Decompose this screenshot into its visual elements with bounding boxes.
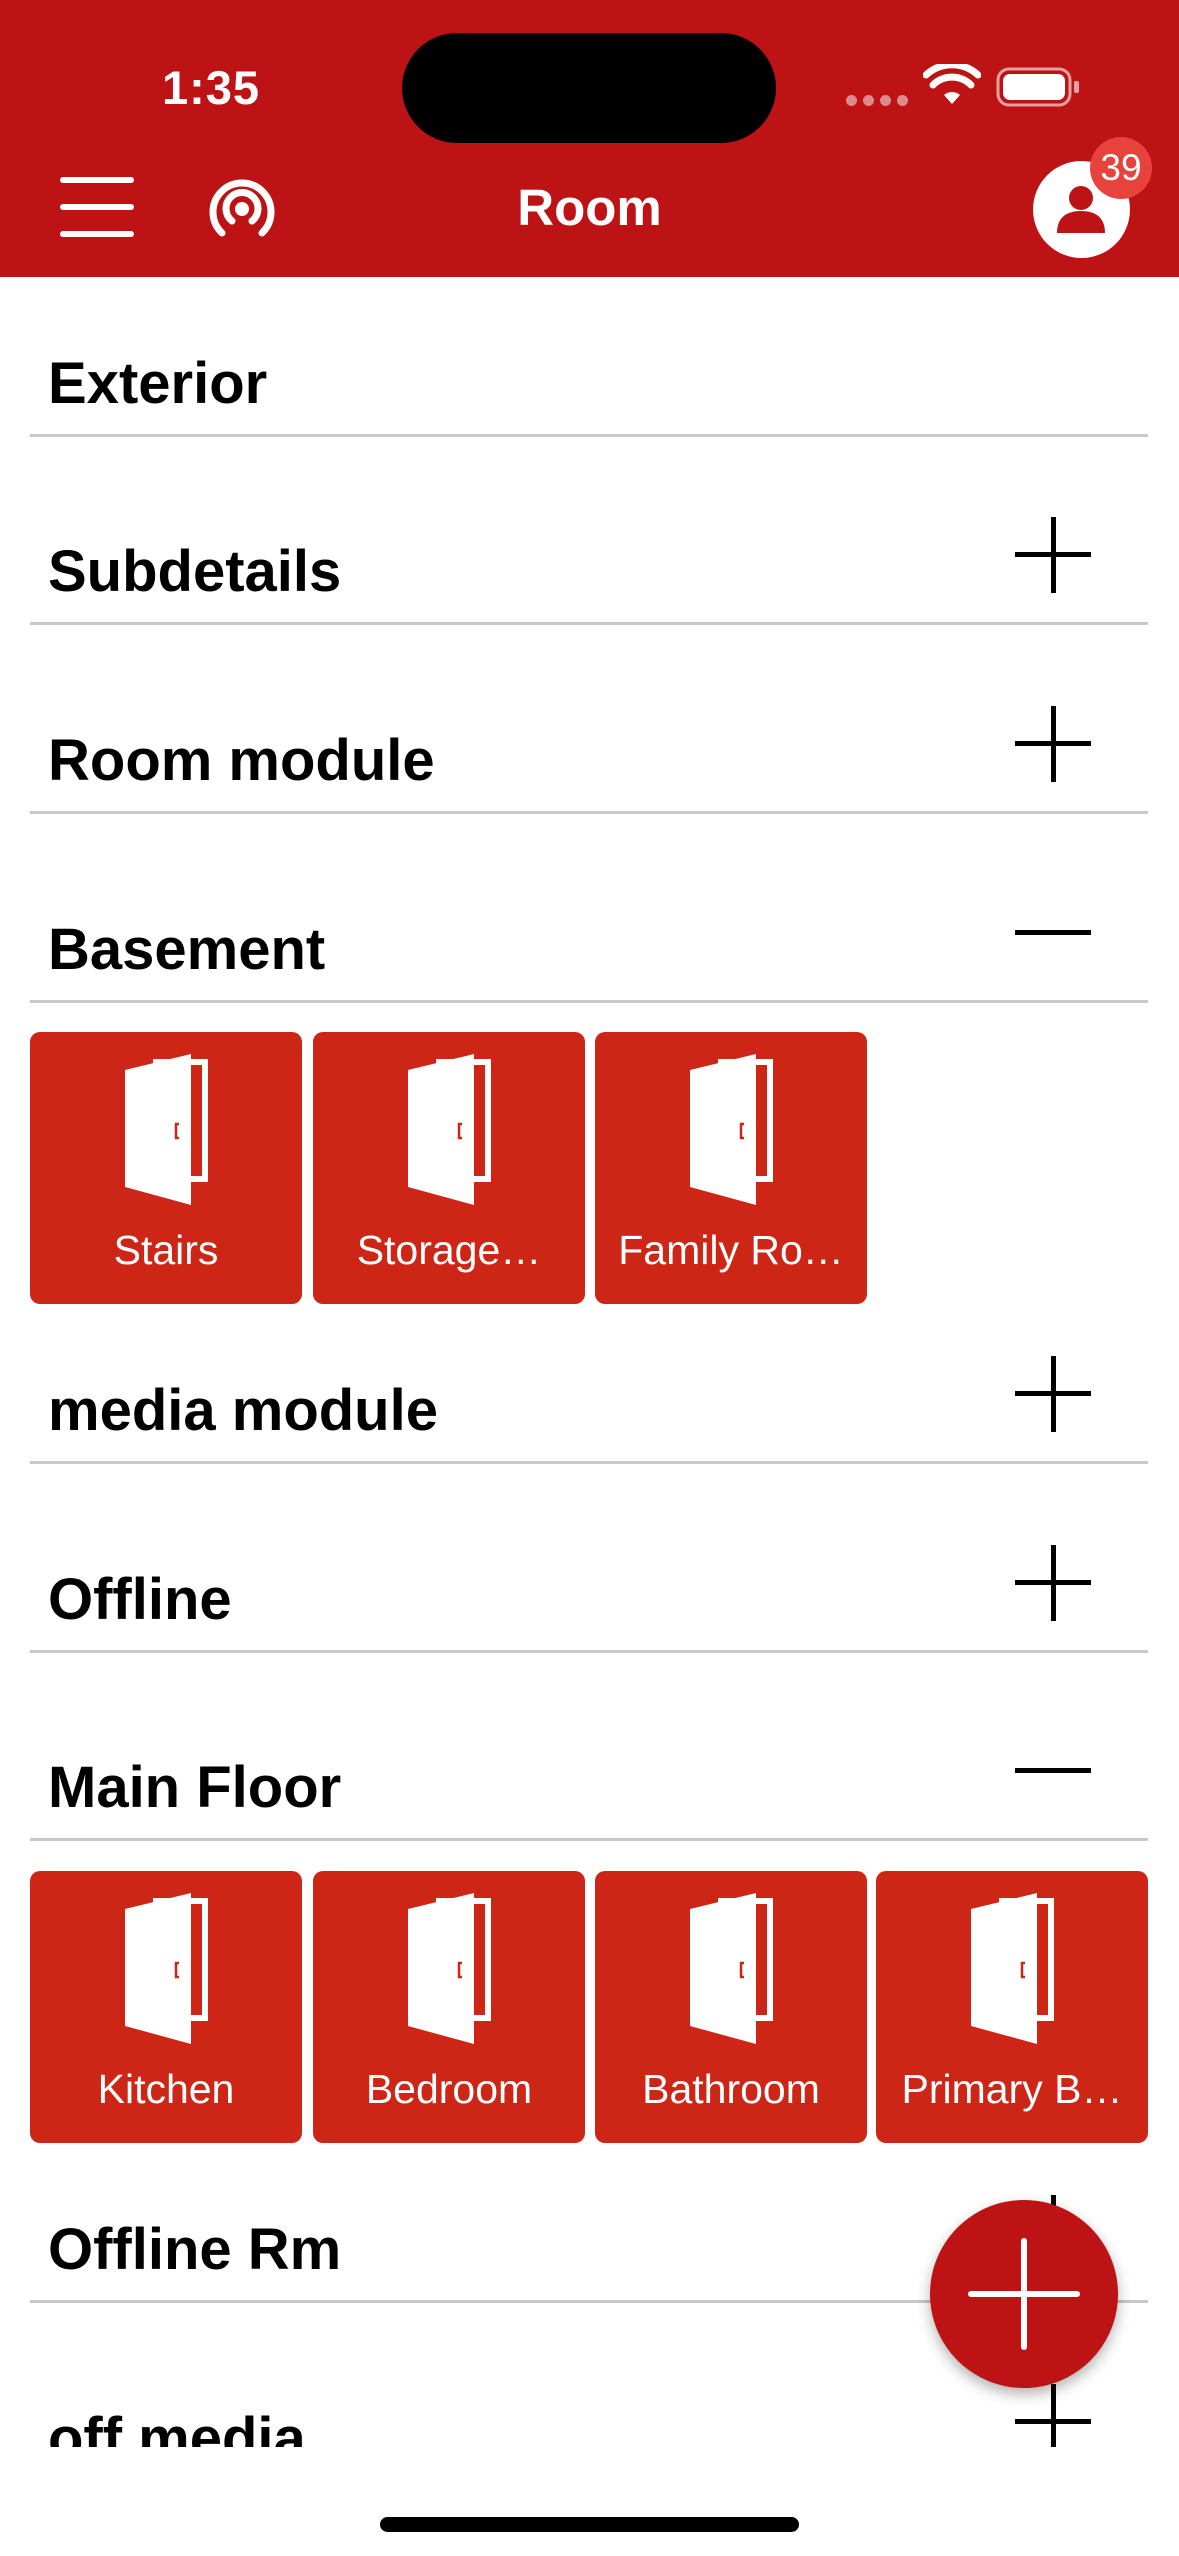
minus-icon[interactable] [1015,1733,1091,1809]
divider [30,622,1148,625]
section-media-module[interactable]: media module [30,1304,1148,1464]
door-icon [125,1054,208,1205]
section-subdetails[interactable]: Subdetails [30,465,1148,625]
section-title: media module [48,1378,438,1443]
page-title: Room [517,179,662,236]
minus-icon[interactable] [1015,895,1091,971]
door-icon [971,1893,1054,2044]
plus-icon[interactable] [1015,1545,1091,1621]
room-tile-primary-bedroom[interactable]: Primary B… [876,1871,1148,2143]
divider [30,811,1148,814]
status-time: 1:35 [162,61,261,114]
section-title: Exterior [48,351,268,416]
home-indicator[interactable] [380,2517,799,2532]
cellular-dots-icon [846,95,908,107]
divider [30,1650,1148,1653]
section-title: Main Floor [48,1755,342,1820]
add-room-button[interactable] [930,2200,1118,2388]
room-tile-family-room[interactable]: Family Ro… [595,1032,867,1304]
section-exterior[interactable]: Exterior [30,277,1148,437]
plus-icon[interactable] [1015,517,1091,593]
room-tile-kitchen[interactable]: Kitchen [30,1871,302,2143]
room-label: Bedroom [365,2066,533,2112]
section-title: Basement [48,917,326,982]
room-list[interactable]: Exterior Subdetails Room module Basement… [0,277,1179,2447]
section-offline[interactable]: Offline [30,1493,1148,1653]
room-tile-storage[interactable]: Storage… [313,1032,585,1304]
door-icon [125,1893,208,2044]
room-label: Stairs [113,1227,219,1273]
divider [30,1838,1148,1841]
section-title: Offline Rm [48,2217,342,2282]
wifi-icon [923,64,981,104]
room-tile-bathroom[interactable]: Bathroom [595,1871,867,2143]
dynamic-island [402,33,776,143]
door-icon [690,1054,773,1205]
room-label: Kitchen [97,2066,235,2112]
divider [30,1461,1148,1464]
plus-icon[interactable] [1015,1356,1091,1432]
divider [30,1000,1148,1003]
notification-badge: 39 [1090,137,1152,199]
room-label: Storage… [356,1227,542,1273]
room-label: Bathroom [642,2066,820,2112]
section-title: Subdetails [48,539,342,604]
section-room-module[interactable]: Room module [30,654,1148,814]
section-title: off media [48,2406,306,2447]
plus-icon[interactable] [1015,706,1091,782]
room-tile-stairs[interactable]: Stairs [30,1032,302,1304]
section-title: Room module [48,728,435,793]
room-label: Family Ro… [618,1227,844,1273]
door-icon [408,1054,491,1205]
section-main-floor[interactable]: Main Floor [30,1681,1148,1841]
door-icon [690,1893,773,2044]
section-basement[interactable]: Basement [30,843,1148,1003]
room-label: Primary B… [901,2066,1123,2112]
section-title: Offline [48,1567,232,1632]
divider [30,434,1148,437]
door-icon [408,1893,491,2044]
room-tile-bedroom[interactable]: Bedroom [313,1871,585,2143]
app-header: 1:35 Room 39 [0,0,1179,277]
plus-icon[interactable] [1015,2384,1091,2447]
battery-icon [996,67,1079,107]
